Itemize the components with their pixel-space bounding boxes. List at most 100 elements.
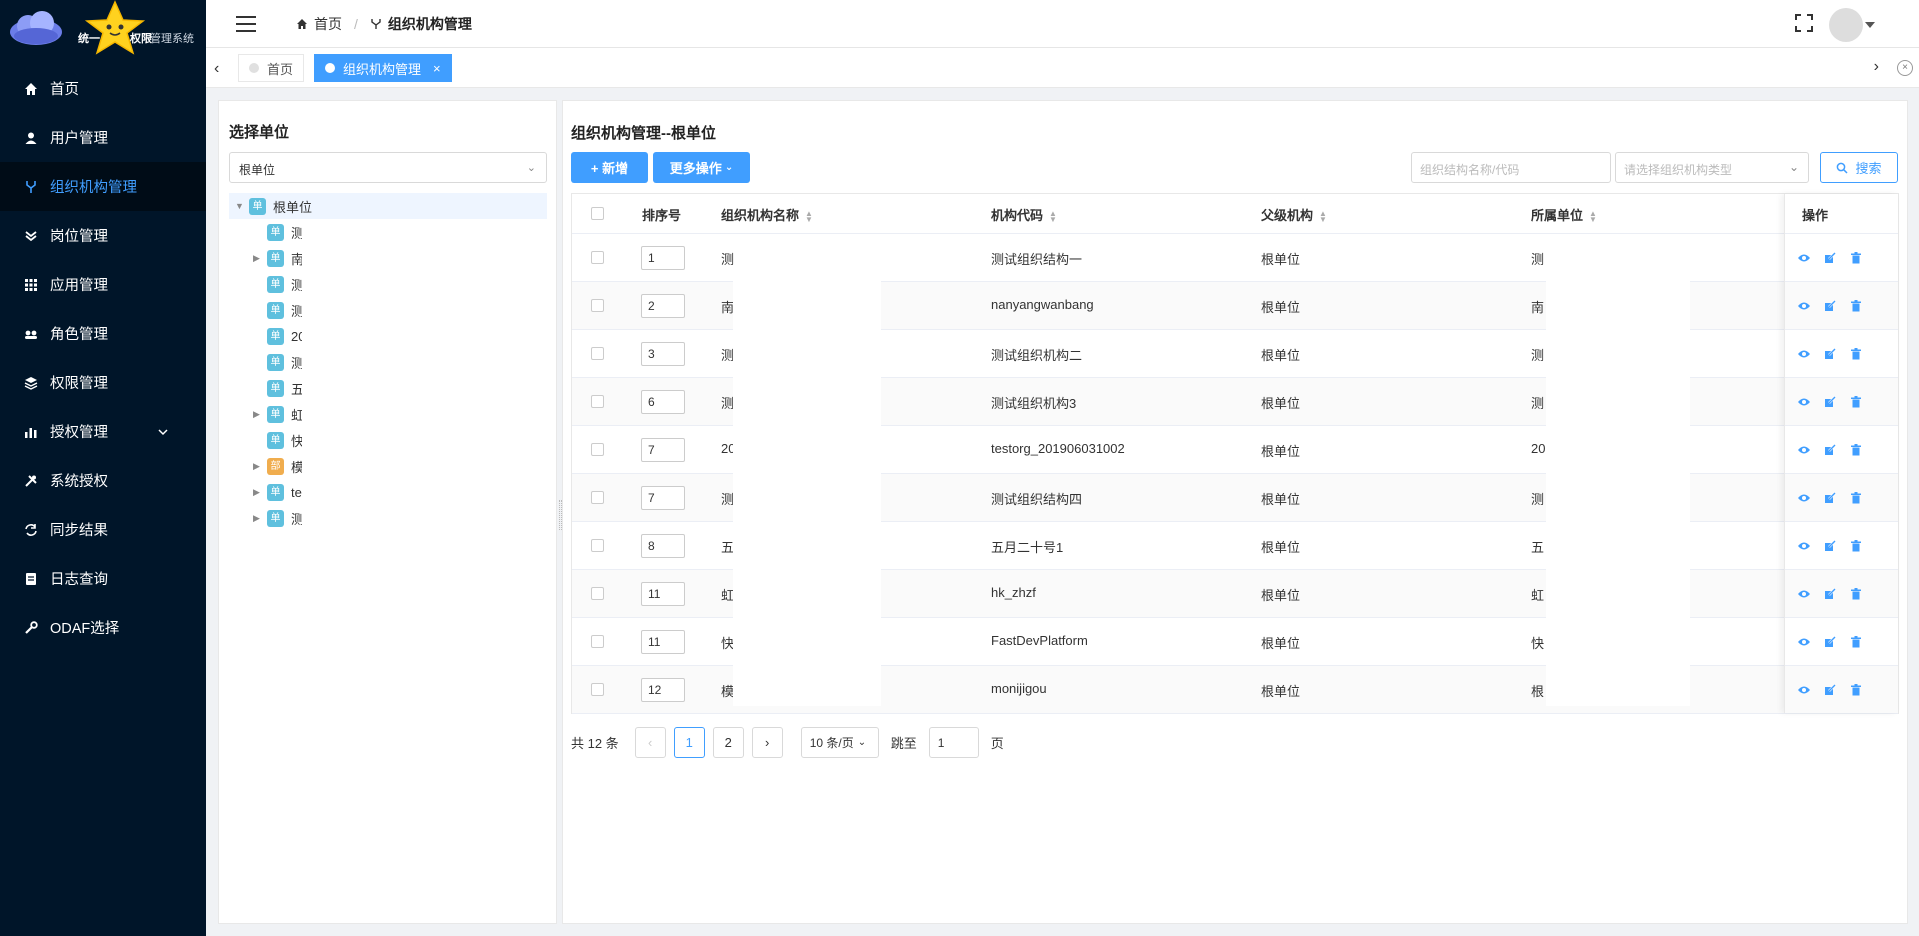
row-checkbox[interactable] bbox=[591, 587, 604, 600]
tree-node[interactable]: ▶ 单 te bbox=[229, 479, 547, 505]
menu-toggle-icon[interactable] bbox=[236, 16, 256, 32]
chevron-down-icon: ⌄ bbox=[857, 737, 867, 748]
order-input[interactable]: 3 bbox=[641, 342, 685, 366]
tree-node[interactable]: 单快 bbox=[229, 427, 547, 453]
prev-page-button[interactable]: ‹ bbox=[634, 727, 666, 758]
app-logo[interactable]: 统一 权限 管理系统 bbox=[0, 0, 206, 60]
row-checkbox[interactable] bbox=[591, 443, 604, 456]
log-icon bbox=[24, 572, 38, 586]
sidebar-item-5[interactable]: 角色管理 bbox=[0, 309, 206, 358]
close-icon[interactable]: × bbox=[433, 61, 441, 76]
order-input[interactable]: 6 bbox=[641, 390, 685, 414]
sidebar-item-9[interactable]: 同步结果 bbox=[0, 505, 206, 554]
order-input[interactable]: 2 bbox=[641, 294, 685, 318]
caret-right-icon[interactable]: ▶ bbox=[253, 487, 267, 498]
page-size-select[interactable]: 10 条/页 ⌄ bbox=[800, 727, 879, 758]
search-button[interactable]: 搜索 bbox=[1820, 152, 1898, 183]
order-input[interactable]: 7 bbox=[641, 486, 685, 510]
more-actions-button[interactable]: 更多操作 ⌄ bbox=[653, 152, 750, 183]
row-checkbox[interactable] bbox=[591, 683, 604, 696]
page-1-button[interactable]: 1 bbox=[673, 727, 705, 758]
tabs-bar: ‹ 首页 组织机构管理 × › × bbox=[206, 48, 1919, 88]
order-input[interactable]: 1 bbox=[641, 246, 685, 270]
col-unit[interactable]: 所属单位 ▲ ▼ bbox=[1531, 205, 1597, 224]
tree-node[interactable]: ▶ 单虹 bbox=[229, 401, 547, 427]
caret-down-icon[interactable] bbox=[1865, 22, 1875, 28]
caret-right-icon[interactable]: ▶ bbox=[253, 253, 267, 264]
tab-org-management[interactable]: 组织机构管理 × bbox=[314, 54, 452, 82]
breadcrumb-separator: / bbox=[354, 16, 358, 32]
sidebar-item-11[interactable]: ODAF选择 bbox=[0, 603, 206, 652]
tree-node[interactable]: 单测 bbox=[229, 219, 547, 245]
sidebar-item-10[interactable]: 日志查询 bbox=[0, 554, 206, 603]
order-input[interactable]: 7 bbox=[641, 438, 685, 462]
tab-home[interactable]: 首页 bbox=[238, 54, 305, 82]
org-type-select[interactable]: 请选择组织机构类型 ⌄ bbox=[1615, 152, 1809, 183]
row-checkbox[interactable] bbox=[591, 635, 604, 648]
search-input[interactable]: 组织结构名称/代码 bbox=[1411, 152, 1611, 183]
order-input[interactable]: 11 bbox=[641, 582, 685, 606]
sidebar-item-0[interactable]: 首页 bbox=[0, 64, 206, 113]
sidebar-item-2[interactable]: 组织机构管理 bbox=[0, 162, 206, 211]
sidebar-item-label: 系统授权 bbox=[50, 474, 108, 490]
tree-node[interactable]: ▶ 单南 bbox=[229, 245, 547, 271]
tree-root-node[interactable]: ▼ 单根单位 bbox=[229, 193, 547, 219]
row-checkbox[interactable] bbox=[591, 299, 604, 312]
tree-node[interactable]: 单测 bbox=[229, 349, 547, 375]
org-unit: 测 bbox=[1531, 348, 1545, 363]
caret-right-icon[interactable]: ▶ bbox=[253, 409, 267, 420]
sidebar-item-label: 权限管理 bbox=[50, 376, 108, 392]
add-button[interactable]: + 新增 bbox=[571, 152, 648, 183]
caret-right-icon[interactable]: ▶ bbox=[253, 513, 267, 524]
org-code: 五月二十号1 bbox=[991, 540, 1064, 555]
col-name[interactable]: 组织机构名称 ▲ ▼ bbox=[721, 205, 813, 224]
org-code: FastDevPlatform bbox=[991, 633, 1088, 648]
caret-down-icon[interactable]: ▼ bbox=[235, 201, 249, 211]
chevron-down-icon: ⌄ bbox=[1788, 160, 1799, 174]
tree-node[interactable]: 单 20 bbox=[229, 323, 547, 349]
avatar[interactable] bbox=[1829, 8, 1863, 42]
sidebar-item-4[interactable]: 应用管理 bbox=[0, 260, 206, 309]
caret-right-icon[interactable]: ▶ bbox=[253, 461, 267, 472]
tree-node[interactable]: 单五 bbox=[229, 375, 547, 401]
row-checkbox[interactable] bbox=[591, 395, 604, 408]
row-checkbox[interactable] bbox=[591, 491, 604, 504]
page-2-button[interactable]: 2 bbox=[712, 727, 744, 758]
chevron-left-icon[interactable]: ‹ bbox=[214, 60, 219, 78]
col-parent[interactable]: 父级机构 ▲ ▼ bbox=[1261, 205, 1327, 224]
tree-node[interactable]: ▶ 单测 bbox=[229, 505, 547, 531]
order-input[interactable]: 11 bbox=[641, 630, 685, 654]
sidebar-item-label: 日志查询 bbox=[50, 572, 108, 588]
order-input[interactable]: 12 bbox=[641, 678, 685, 702]
sidebar-item-label: 应用管理 bbox=[50, 278, 108, 294]
fullscreen-icon[interactable] bbox=[1795, 14, 1813, 32]
unit-select[interactable]: 根单位 ⌄ bbox=[229, 152, 547, 183]
sidebar-item-3[interactable]: 岗位管理 bbox=[0, 211, 206, 260]
breadcrumb-current: 组织机构管理 bbox=[387, 16, 472, 32]
sidebar-item-label: ODAF选择 bbox=[50, 621, 120, 637]
breadcrumb-home[interactable]: 首页 bbox=[314, 14, 342, 34]
sidebar-item-6[interactable]: 权限管理 bbox=[0, 358, 206, 407]
sidebar-item-1[interactable]: 用户管理 bbox=[0, 113, 206, 162]
tree-node[interactable]: 单测 bbox=[229, 297, 547, 323]
order-input[interactable]: 8 bbox=[641, 534, 685, 558]
jump-input[interactable]: 1 bbox=[928, 727, 979, 758]
chart-icon bbox=[24, 425, 38, 439]
next-page-button[interactable]: › bbox=[751, 727, 783, 758]
redaction-block bbox=[733, 280, 881, 706]
tree-node[interactable]: 单测 bbox=[229, 271, 547, 297]
sidebar-item-7[interactable]: 授权管理 bbox=[0, 407, 206, 456]
chevron-right-icon[interactable]: › bbox=[1874, 58, 1879, 76]
col-code[interactable]: 机构代码 ▲ ▼ bbox=[991, 205, 1057, 224]
sidebar-item-8[interactable]: 系统授权 bbox=[0, 456, 206, 505]
org-unit: 根 bbox=[1531, 684, 1545, 699]
tree-node[interactable]: ▶ 部模 bbox=[229, 453, 547, 479]
row-checkbox[interactable] bbox=[591, 347, 604, 360]
org-type-placeholder: 请选择组织机构类型 bbox=[1624, 163, 1733, 177]
row-checkbox[interactable] bbox=[591, 251, 604, 264]
close-all-tabs-icon[interactable]: × bbox=[1897, 60, 1913, 76]
redaction-block bbox=[1546, 280, 1690, 706]
tree-node-label: 测 bbox=[291, 355, 302, 371]
select-all-checkbox[interactable] bbox=[591, 207, 604, 220]
row-checkbox[interactable] bbox=[591, 539, 604, 552]
